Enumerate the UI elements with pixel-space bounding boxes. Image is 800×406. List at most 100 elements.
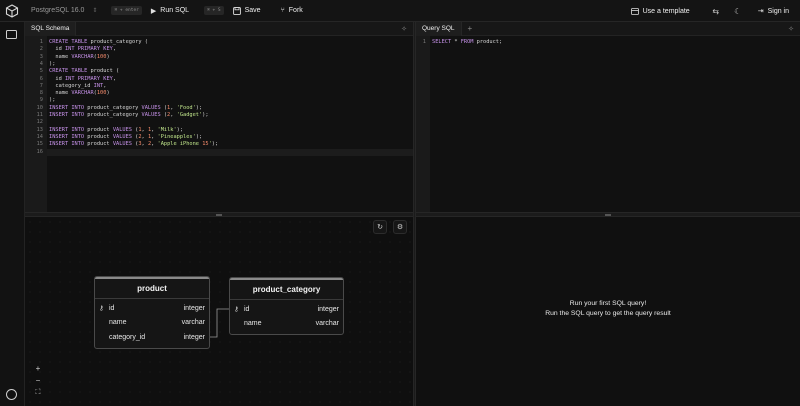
database-select[interactable]: PostgreSQL 16.0 ⇕ [31,7,97,14]
table-card-product-category[interactable]: product_category ⚷ id integer name varchar [229,277,344,335]
run-sql-button[interactable]: ▶ Run SQL [146,4,194,18]
line-number: 11 [36,112,43,118]
line-number: 3 [39,53,43,60]
fork-icon: ⑂ [280,7,285,14]
line-gutter [416,36,430,213]
results-empty-subtitle: Run the SQL query to get the query resul… [545,310,671,317]
code-line: INSERT INTO product VALUES (3, 2, 'Apple… [49,141,219,148]
plus-icon: + [35,364,41,373]
sliders-icon: ⇆ [712,6,720,16]
settings-sliders-button[interactable]: ⇆ [707,2,725,20]
sign-in-button[interactable]: ⇥ Sign in [753,4,794,18]
moon-icon: ☾ [734,6,742,16]
sidebar-toggle-icon[interactable] [6,30,17,39]
line-number: 5 [39,68,43,75]
tab-query-sql-label: Query SQL [422,25,455,32]
zoom-in-button[interactable]: + [32,363,44,374]
schema-editor[interactable]: 1 CREATE TABLE product_category ( 2 id INT… [25,36,413,213]
code-line: INSERT INTO product_category VALUES (1, … [49,104,203,111]
line-number: 16 [36,148,43,155]
column-type: integer [317,305,339,313]
column-name: name [109,319,127,327]
fit-view-button[interactable]: ⛶ [32,387,44,398]
fork-label: Fork [288,7,303,14]
schema-diagram[interactable]: ↻ ⚙ product ⚷ id integer name varchar categor… [25,217,413,406]
line-number: 12 [36,119,43,126]
save-shortcut-hint: ⌘ + S [204,6,224,15]
column-name: category_id [109,333,146,341]
table-name: product [95,279,209,299]
chevron-updown-icon: ⇕ [92,8,98,14]
column-name: name [244,320,262,328]
primary-key-icon: ⚷ [99,305,104,313]
column-name: id [109,304,115,312]
table-column-row: ⚷ id integer [230,302,343,317]
code-line: INSERT INTO product VALUES (2, 1, 'Pinea… [49,133,203,140]
add-tab-icon[interactable]: + [468,24,473,33]
code-line: category_id INT, [49,82,107,89]
gear-icon: ⚙ [396,224,404,231]
save-button[interactable]: Save [228,4,266,18]
primary-key-icon: ⚷ [234,306,239,314]
pin-icon[interactable]: ✧ [788,25,794,33]
top-bar: PostgreSQL 16.0 ⇕ ⌘ + enter ▶ Run SQL ⌘ … [0,0,800,22]
tab-sql-schema-label: SQL Schema [31,25,70,32]
code-line: INSERT INTO product VALUES (1, 1, 'Milk'… [49,126,184,133]
code-line: id INT PRIMARY KEY, [49,46,117,53]
results-empty-title: Run your first SQL query! [569,300,647,307]
column-type: varchar [181,319,205,327]
play-icon: ▶ [150,7,157,15]
code-line: INSERT INTO product_category VALUES (2, … [49,112,209,118]
minus-icon: − [35,376,41,385]
line-number: 4 [39,60,43,67]
line-number: 8 [39,90,43,97]
tab-query-sql[interactable]: Query SQL [416,21,462,36]
line-number: 1 [39,39,43,45]
line-number: 6 [39,75,43,82]
diagram-settings-button[interactable]: ⚙ [393,220,407,234]
zoom-out-button[interactable]: − [32,375,44,386]
table-column-row: name varchar [230,317,343,332]
query-editor[interactable]: 1 SELECT * FROM product; [416,36,800,213]
line-number: 13 [36,126,43,133]
use-template-button[interactable]: Use a template [626,5,695,18]
line-number: 14 [36,133,43,140]
line-number: 15 [36,141,43,148]
table-name: product_category [230,280,343,300]
table-column-row: category_id integer [95,330,209,345]
table-card-product[interactable]: product ⚷ id integer name varchar category_id… [94,276,210,349]
code-line: CREATE TABLE product_category ( [49,39,148,45]
sign-in-icon: ⇥ [757,8,764,15]
refresh-diagram-button[interactable]: ↻ [373,220,387,234]
fit-view-icon: ⛶ [35,388,41,396]
code-line: ); [49,97,56,104]
column-type: integer [183,304,205,312]
schema-pane-header: SQL Schema ✧ [25,21,413,36]
column-name: id [244,305,250,313]
line-number: 2 [39,46,43,53]
code-line: id INT PRIMARY KEY, [49,75,117,82]
gear-icon[interactable] [6,389,17,400]
theme-toggle-button[interactable]: ☾ [729,2,747,20]
table-column-row: ⚷ id integer [95,301,209,316]
run-sql-label: Run SQL [160,7,190,14]
code-line: name VARCHAR(100) [49,90,110,97]
code-line: SELECT * FROM product; [432,39,503,45]
column-type: varchar [315,320,339,328]
line-number: 1 [422,39,426,45]
save-label: Save [244,7,261,14]
refresh-icon: ↻ [377,224,383,231]
code-line: CREATE TABLE product ( [49,68,120,75]
run-shortcut-hint: ⌘ + enter [111,6,142,15]
active-line-highlight [47,148,413,156]
left-rail [0,22,25,406]
save-icon [232,6,241,15]
sign-in-label: Sign in [767,7,789,15]
code-line: name VARCHAR(100) [49,53,110,60]
tab-sql-schema[interactable]: SQL Schema [25,21,77,36]
use-template-label: Use a template [642,7,690,15]
postgres-logo-icon [5,3,19,18]
fork-button[interactable]: ⑂ Fork [276,4,308,17]
table-column-row: name varchar [95,316,209,331]
pin-icon[interactable]: ✧ [401,25,407,33]
